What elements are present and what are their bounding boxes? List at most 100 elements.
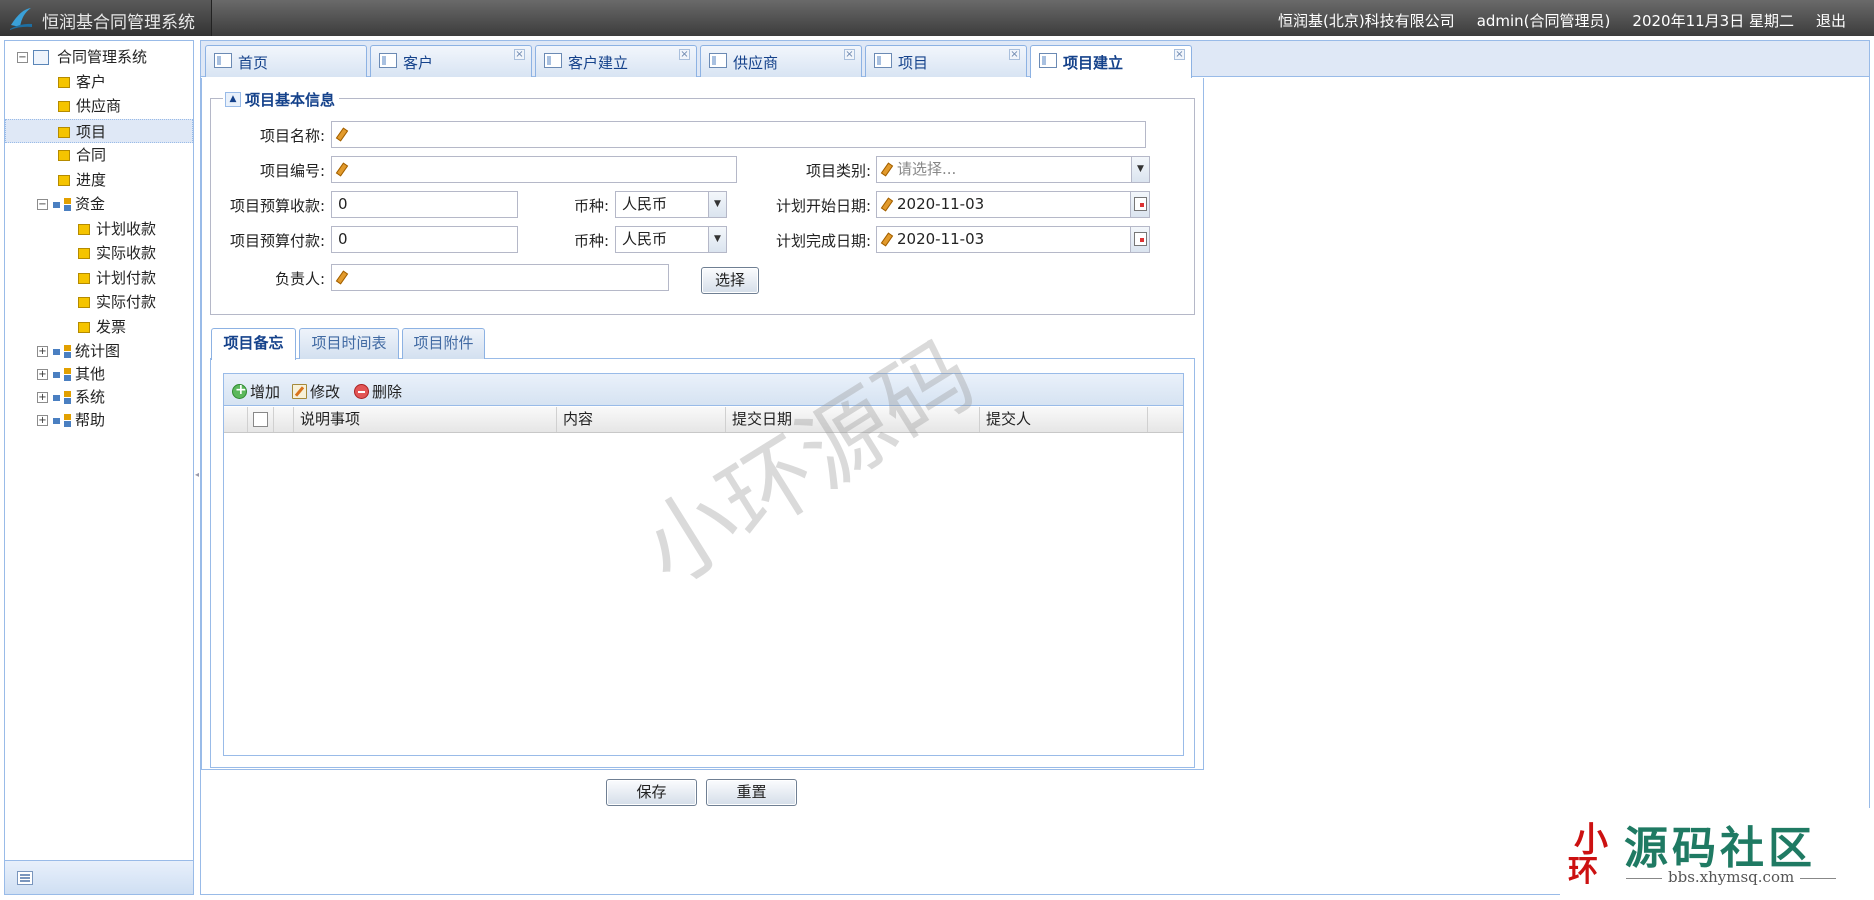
tab-customer-create[interactable]: 客户建立 × bbox=[535, 45, 697, 77]
sidebar-item-planned-receipt[interactable]: 计划收款 bbox=[5, 217, 193, 242]
project-create-form: ▲ 项目基本信息 项目名称: 项目编号: 项目类别: 请选择... ▼ 项目预算… bbox=[201, 78, 1204, 770]
expand-icon[interactable]: + bbox=[37, 415, 48, 426]
sidebar-group-help[interactable]: + 帮助 bbox=[5, 408, 193, 431]
add-label: 增加 bbox=[250, 383, 281, 401]
close-icon[interactable]: × bbox=[1174, 49, 1185, 60]
sidebar-group-label: 帮助 bbox=[75, 411, 106, 429]
app-header: 恒润基合同管理系统 恒润基(北京)科技有限公司 admin(合同管理员) 202… bbox=[0, 0, 1874, 36]
delete-icon bbox=[354, 384, 369, 399]
logo-icon bbox=[10, 8, 32, 30]
tab-supplier[interactable]: 供应商 × bbox=[700, 45, 862, 77]
edit-button[interactable]: 修改 bbox=[292, 381, 340, 402]
sidebar-item-supplier[interactable]: 供应商 bbox=[5, 94, 193, 119]
collapse-icon[interactable]: − bbox=[17, 52, 28, 63]
sidebar-item-label: 计划付款 bbox=[96, 268, 157, 287]
tab-project-attachments[interactable]: 项目附件 bbox=[402, 328, 485, 359]
close-icon[interactable]: × bbox=[1009, 49, 1020, 60]
calendar-icon[interactable] bbox=[1130, 192, 1149, 217]
save-button[interactable]: 保存 bbox=[606, 779, 697, 806]
end-date-input[interactable]: 2020-11-03 bbox=[876, 226, 1150, 253]
start-date-input[interactable]: 2020-11-03 bbox=[876, 191, 1150, 218]
tree-root[interactable]: − 合同管理系统 bbox=[5, 45, 193, 70]
currency-payment-select[interactable]: 人民币 ▼ bbox=[615, 226, 727, 253]
tab-customer[interactable]: 客户 × bbox=[370, 45, 532, 77]
pencil-icon bbox=[336, 163, 346, 176]
current-user: admin(合同管理员) bbox=[1476, 12, 1611, 30]
start-date-value: 2020-11-03 bbox=[897, 195, 985, 213]
sidebar-item-project[interactable]: 项目 bbox=[5, 118, 193, 143]
reset-button[interactable]: 重置 bbox=[706, 779, 797, 806]
sidebar-item-actual-payment[interactable]: 实际付款 bbox=[5, 290, 193, 315]
tab-label: 供应商 bbox=[733, 54, 779, 72]
project-code-input[interactable] bbox=[331, 156, 737, 183]
column-header-submit-date[interactable]: 提交日期 bbox=[726, 407, 980, 432]
column-header-description[interactable]: 说明事项 bbox=[294, 407, 557, 432]
expand-icon[interactable]: + bbox=[37, 346, 48, 357]
tab-project-create[interactable]: 项目建立 × bbox=[1030, 45, 1192, 78]
sidebar-item-actual-receipt[interactable]: 实际收款 bbox=[5, 241, 193, 266]
sidebar-item-customer[interactable]: 客户 bbox=[5, 70, 193, 95]
sidebar-footer bbox=[5, 860, 193, 894]
currency-label: 币种: bbox=[573, 197, 609, 215]
delete-button[interactable]: 删除 bbox=[354, 381, 402, 402]
sidebar-group-other[interactable]: + 其他 bbox=[5, 362, 193, 385]
group-icon bbox=[53, 391, 73, 404]
logout-link[interactable]: 退出 bbox=[1816, 10, 1846, 31]
list-icon[interactable] bbox=[17, 871, 33, 885]
sidebar-item-label: 合同 bbox=[76, 146, 107, 164]
expand-icon[interactable]: + bbox=[37, 369, 48, 380]
owner-input[interactable] bbox=[331, 264, 669, 291]
select-all-checkbox[interactable] bbox=[253, 412, 268, 427]
chevron-down-icon[interactable]: ▼ bbox=[708, 192, 726, 217]
nav-tree: − 合同管理系统 客户 供应商 项目 合同 进度 − 资金 计划收款 实际收款 … bbox=[5, 45, 193, 431]
grid-header: 说明事项 内容 提交日期 提交人 bbox=[224, 407, 1183, 433]
add-button[interactable]: 增加 bbox=[232, 381, 280, 402]
select-owner-button[interactable]: 选择 bbox=[701, 267, 759, 294]
grid-toolbar: 增加 修改 删除 bbox=[224, 374, 1183, 406]
chevron-down-icon[interactable]: ▼ bbox=[708, 227, 726, 252]
sidebar-group-funds[interactable]: − 资金 bbox=[5, 192, 193, 217]
sidebar-item-progress[interactable]: 进度 bbox=[5, 168, 193, 193]
tab-label: 首页 bbox=[238, 54, 269, 72]
memo-panel: 增加 修改 删除 说 bbox=[210, 359, 1195, 768]
tab-project-memo[interactable]: 项目备忘 bbox=[211, 328, 296, 360]
start-date-label: 计划开始日期: bbox=[775, 197, 871, 215]
sidebar-item-label: 客户 bbox=[76, 72, 107, 91]
sidebar-item-contract[interactable]: 合同 bbox=[5, 143, 193, 168]
app-title: 恒润基合同管理系统 bbox=[42, 13, 195, 33]
tab-label: 项目 bbox=[898, 54, 929, 72]
home-tab-icon bbox=[214, 53, 232, 68]
close-icon[interactable]: × bbox=[844, 49, 855, 60]
expand-icon[interactable]: + bbox=[37, 392, 48, 403]
close-icon[interactable]: × bbox=[679, 49, 690, 60]
sidebar-group-charts[interactable]: + 统计图 bbox=[5, 339, 193, 362]
select-all-header bbox=[248, 407, 274, 432]
sidebar-item-planned-payment[interactable]: 计划付款 bbox=[5, 266, 193, 291]
budget-receipt-input[interactable]: 0 bbox=[331, 191, 518, 218]
tab-bar: 首页 客户 × 客户建立 × 供应商 × 项目 × 项目建立 × bbox=[201, 41, 1869, 78]
calendar-icon[interactable] bbox=[1130, 227, 1149, 252]
close-icon[interactable]: × bbox=[514, 49, 525, 60]
column-header-submitter[interactable]: 提交人 bbox=[980, 407, 1148, 432]
collapse-arrow-icon[interactable]: ◂ bbox=[195, 470, 199, 479]
chevron-down-icon[interactable]: ▼ bbox=[1131, 157, 1149, 182]
currency-label: 币种: bbox=[573, 232, 609, 250]
tab-project-schedule[interactable]: 项目时间表 bbox=[299, 328, 399, 359]
budget-payment-value: 0 bbox=[338, 230, 348, 248]
currency-receipt-select[interactable]: 人民币 ▼ bbox=[615, 191, 727, 218]
sidebar-item-invoice[interactable]: 发票 bbox=[5, 315, 193, 340]
currency-payment-value: 人民币 bbox=[622, 230, 668, 248]
project-category-select[interactable]: 请选择... ▼ bbox=[876, 156, 1150, 183]
sidebar-group-system[interactable]: + 系统 bbox=[5, 385, 193, 408]
collapse-icon[interactable]: − bbox=[37, 199, 48, 210]
leaf-icon bbox=[78, 223, 90, 235]
column-header-content[interactable]: 内容 bbox=[557, 407, 726, 432]
sidebar-group-label: 统计图 bbox=[75, 342, 121, 360]
tree-root-label: 合同管理系统 bbox=[57, 48, 148, 66]
tab-project[interactable]: 项目 × bbox=[865, 45, 1027, 77]
project-name-input[interactable] bbox=[331, 121, 1146, 148]
tab-home[interactable]: 首页 bbox=[205, 45, 367, 77]
sidebar-item-label: 实际付款 bbox=[96, 293, 157, 311]
collapse-up-icon[interactable]: ▲ bbox=[225, 92, 241, 107]
budget-payment-input[interactable]: 0 bbox=[331, 226, 518, 253]
